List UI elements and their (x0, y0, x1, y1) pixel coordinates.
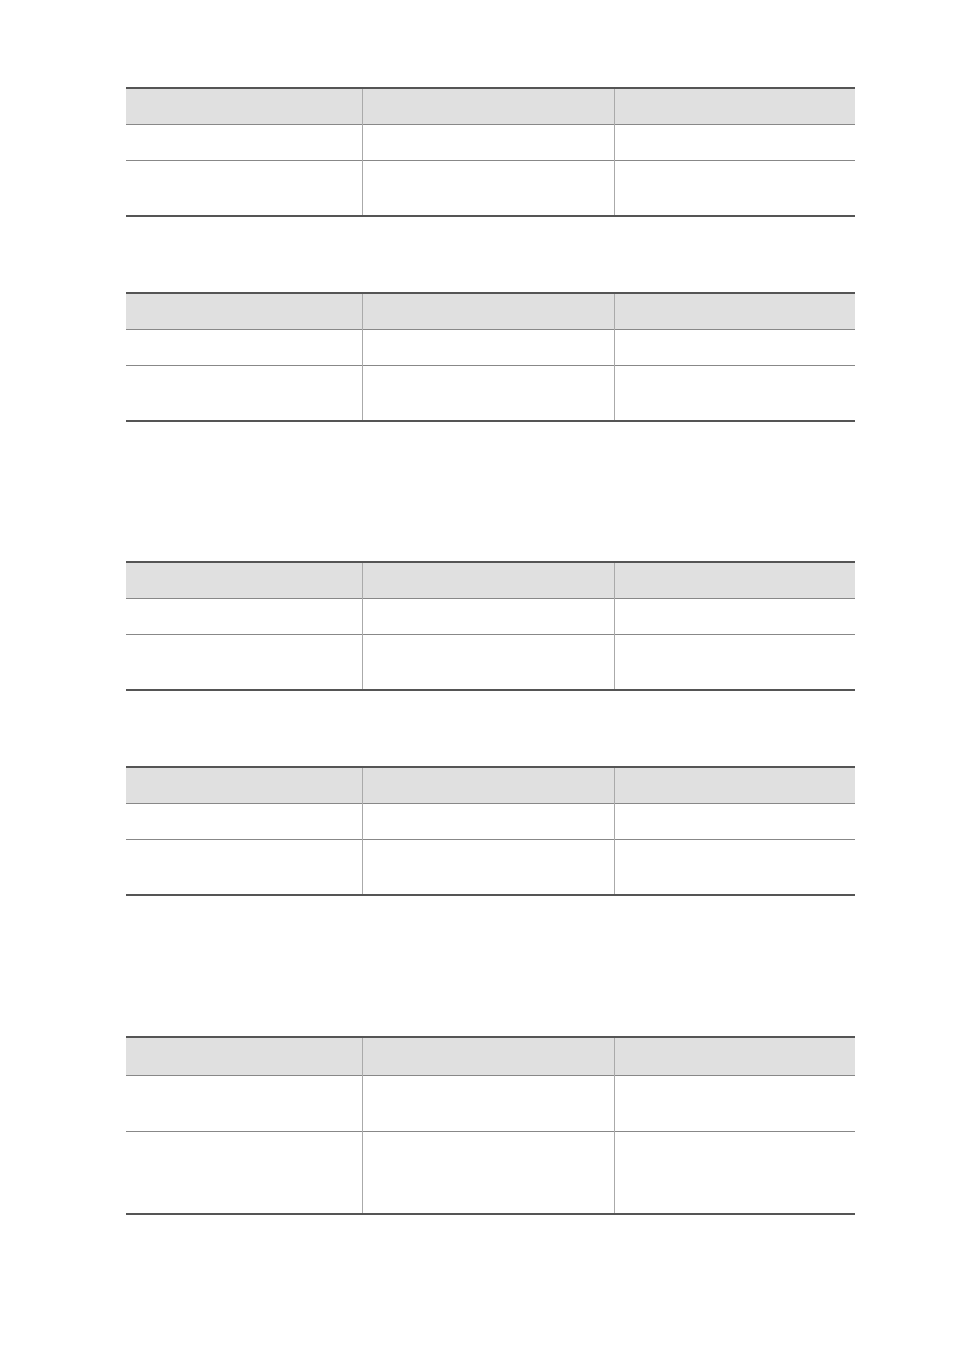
table-1-row-2-col-3 (614, 160, 855, 216)
table-3-row-2-col-2 (362, 634, 614, 690)
table-5-row-2-col-1 (126, 1131, 362, 1214)
table-1-header-2 (362, 88, 614, 124)
table-3-row-2-col-3 (614, 634, 855, 690)
table-1-header-1 (126, 88, 362, 124)
table-1-row-2-col-1 (126, 160, 362, 216)
table-2-row-2-col-2 (362, 365, 614, 421)
table-2-row-1-col-3 (614, 329, 855, 365)
table-5-row-1-col-3 (614, 1075, 855, 1131)
table-2-header-1 (126, 293, 362, 329)
table-5-header-1 (126, 1037, 362, 1075)
table-3-row-1-col-2 (362, 598, 614, 634)
table-3-header-1 (126, 562, 362, 598)
table-3 (126, 561, 855, 691)
table-1-header-3 (614, 88, 855, 124)
table-5-row-1-col-1 (126, 1075, 362, 1131)
table-4-row-1-col-3 (614, 803, 855, 839)
table-4-row-2-col-3 (614, 839, 855, 895)
table-2-header-3 (614, 293, 855, 329)
table-3-row-1-col-3 (614, 598, 855, 634)
table-2-row-1-col-2 (362, 329, 614, 365)
table-4-row-2-col-1 (126, 839, 362, 895)
table-1-row-1-col-3 (614, 124, 855, 160)
table-1-row-1-col-1 (126, 124, 362, 160)
table-5-header-2 (362, 1037, 614, 1075)
table-4-row-2-col-2 (362, 839, 614, 895)
table-4-header-1 (126, 767, 362, 803)
table-5 (126, 1036, 855, 1215)
table-3-row-1-col-1 (126, 598, 362, 634)
table-4-header-3 (614, 767, 855, 803)
table-1 (126, 87, 855, 217)
table-2-row-2-col-1 (126, 365, 362, 421)
table-3-row-2-col-1 (126, 634, 362, 690)
table-5-row-1-col-2 (362, 1075, 614, 1131)
table-3-header-3 (614, 562, 855, 598)
table-4-row-1-col-2 (362, 803, 614, 839)
table-5-row-2-col-2 (362, 1131, 614, 1214)
table-3-header-2 (362, 562, 614, 598)
table-5-row-2-col-3 (614, 1131, 855, 1214)
table-1-row-1-col-2 (362, 124, 614, 160)
table-4-header-2 (362, 767, 614, 803)
table-5-header-3 (614, 1037, 855, 1075)
table-4 (126, 766, 855, 896)
table-2 (126, 292, 855, 422)
table-4-row-1-col-1 (126, 803, 362, 839)
table-2-row-1-col-1 (126, 329, 362, 365)
table-2-row-2-col-3 (614, 365, 855, 421)
table-1-row-2-col-2 (362, 160, 614, 216)
table-2-header-2 (362, 293, 614, 329)
